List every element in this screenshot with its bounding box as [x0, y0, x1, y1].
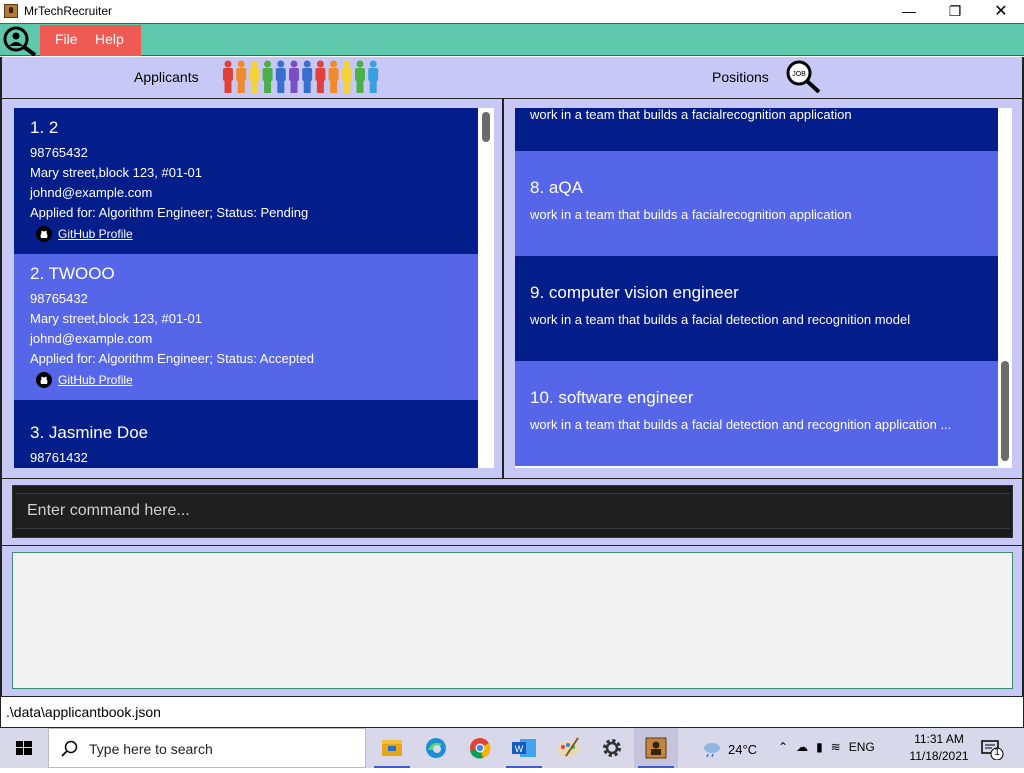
- position-heading: 8. aQA: [530, 178, 583, 197]
- applicants-title: Applicants: [134, 69, 199, 85]
- file-explorer-icon[interactable]: [370, 728, 414, 768]
- position-card[interactable]: work in a team that builds a facialrecog…: [515, 108, 998, 151]
- rain-cloud-icon: [704, 743, 720, 758]
- save-file-path: .\data\applicantbook.json: [6, 704, 161, 720]
- mrtechrecruiter-taskbar-icon[interactable]: [634, 728, 678, 768]
- applicant-card[interactable]: 2. TWOOO 98765432 Mary street,block 123,…: [14, 254, 478, 400]
- wifi-icon[interactable]: ≋: [831, 740, 841, 754]
- svg-text:W: W: [515, 744, 524, 754]
- applicant-scroll-thumb[interactable]: [482, 112, 490, 142]
- position-list[interactable]: work in a team that builds a facialrecog…: [515, 108, 1012, 468]
- position-card[interactable]: 10. software engineer work in a team tha…: [515, 361, 998, 466]
- window-title: MrTechRecruiter: [24, 4, 113, 18]
- applicant-list[interactable]: 1. 2 98765432 Mary street,block 123, #01…: [14, 108, 494, 468]
- position-description: work in a team that builds a facial dete…: [530, 312, 911, 327]
- position-heading: 10. software engineer: [530, 388, 694, 407]
- job-search-icon: JOB: [786, 60, 821, 93]
- position-heading: 9. computer vision engineer: [530, 283, 739, 302]
- onedrive-cloud-icon[interactable]: ☁: [796, 740, 808, 754]
- minimize-button[interactable]: —: [886, 0, 932, 23]
- notification-count: 1: [994, 747, 1000, 758]
- position-scroll-thumb[interactable]: [1001, 361, 1009, 461]
- position-card[interactable]: 9. computer vision engineer work in a te…: [515, 256, 998, 361]
- github-link-label[interactable]: GitHub Profile: [58, 373, 133, 387]
- applicant-phone: 98765432: [30, 291, 88, 306]
- applicant-phone: 98761432: [30, 450, 88, 465]
- github-link-label[interactable]: GitHub Profile: [58, 227, 133, 241]
- applicant-address: Mary street,block 123, #01-01: [30, 311, 202, 326]
- settings-gear-icon[interactable]: [590, 728, 634, 768]
- people-group-icon: [223, 60, 379, 93]
- command-area: [0, 479, 1024, 546]
- battery-icon[interactable]: ▮: [816, 740, 823, 754]
- github-link[interactable]: GitHub Profile: [36, 226, 133, 242]
- system-tray: ⌃ ☁ ▮ ≋ ENG: [778, 740, 875, 754]
- taskbar: Type here to search W 24°C ⌃ ☁ ▮ ≋ ENG 1…: [0, 728, 1024, 768]
- job-icon-text: JOB: [792, 71, 806, 78]
- notification-icon[interactable]: 1: [980, 738, 1004, 761]
- clock[interactable]: 11:31 AM 11/18/2021: [906, 731, 972, 765]
- lists-area: 1. 2 98765432 Mary street,block 123, #01…: [0, 98, 1024, 479]
- menu-bar: File Help: [0, 23, 1024, 56]
- edge-icon[interactable]: [414, 728, 458, 768]
- panel-headers: Applicants Positions JOB: [0, 57, 1024, 98]
- menu-file[interactable]: File: [55, 31, 78, 47]
- command-box: [12, 485, 1013, 538]
- applicant-card[interactable]: 3. Jasmine Doe 98761432: [14, 400, 478, 468]
- clock-date: 11/18/2021: [909, 749, 969, 763]
- weather-widget[interactable]: 24°C: [700, 740, 757, 758]
- applicant-scrollbar[interactable]: [479, 108, 493, 468]
- windows-start-icon[interactable]: [0, 728, 48, 768]
- language-indicator[interactable]: ENG: [849, 740, 875, 754]
- close-button[interactable]: ✕: [978, 0, 1024, 23]
- position-description: work in a team that builds a facial dete…: [530, 417, 952, 432]
- github-link[interactable]: GitHub Profile: [36, 372, 133, 388]
- result-area: [0, 546, 1024, 696]
- applicant-card[interactable]: 1. 2 98765432 Mary street,block 123, #01…: [14, 108, 478, 254]
- search-icon: [61, 740, 78, 757]
- chrome-icon[interactable]: [458, 728, 502, 768]
- maximize-button[interactable]: ❐: [932, 0, 978, 23]
- menu-help[interactable]: Help: [95, 31, 124, 47]
- github-icon: [36, 226, 52, 242]
- word-icon[interactable]: W: [502, 728, 546, 768]
- applicant-applied: Applied for: Algorithm Engineer; Status:…: [30, 205, 309, 220]
- applicant-email: johnd@example.com: [30, 331, 153, 346]
- result-display: [12, 552, 1013, 689]
- applicant-heading: 1. 2: [30, 118, 59, 137]
- clock-time: 11:31 AM: [914, 732, 964, 746]
- app-icon: [4, 4, 18, 18]
- position-scrollbar[interactable]: [998, 108, 1012, 468]
- github-icon: [36, 372, 52, 388]
- paint-icon[interactable]: [546, 728, 590, 768]
- applicant-applied: Applied for: Algorithm Engineer; Status:…: [30, 351, 315, 366]
- magnifier-person-logo-icon: [3, 26, 37, 56]
- position-card[interactable]: 8. aQA work in a team that builds a faci…: [515, 151, 998, 256]
- command-input[interactable]: [15, 493, 1010, 529]
- applicant-email: johnd@example.com: [30, 185, 153, 200]
- status-bar: .\data\applicantbook.json: [0, 696, 1024, 728]
- position-description: work in a team that builds a facialrecog…: [530, 207, 852, 222]
- taskbar-search[interactable]: Type here to search: [48, 728, 366, 768]
- weather-temp: 24°C: [728, 741, 758, 757]
- applicant-phone: 98765432: [30, 145, 88, 160]
- position-description: work in a team that builds a facialrecog…: [530, 108, 852, 122]
- panel-divider: [502, 99, 504, 478]
- applicant-address: Mary street,block 123, #01-01: [30, 165, 202, 180]
- applicant-heading: 2. TWOOO: [30, 264, 115, 283]
- search-placeholder: Type here to search: [89, 741, 213, 757]
- positions-title: Positions: [712, 69, 769, 85]
- title-bar: MrTechRecruiter — ❐ ✕: [0, 0, 1024, 23]
- chevron-up-icon[interactable]: ⌃: [778, 740, 788, 754]
- applicant-heading: 3. Jasmine Doe: [30, 423, 149, 442]
